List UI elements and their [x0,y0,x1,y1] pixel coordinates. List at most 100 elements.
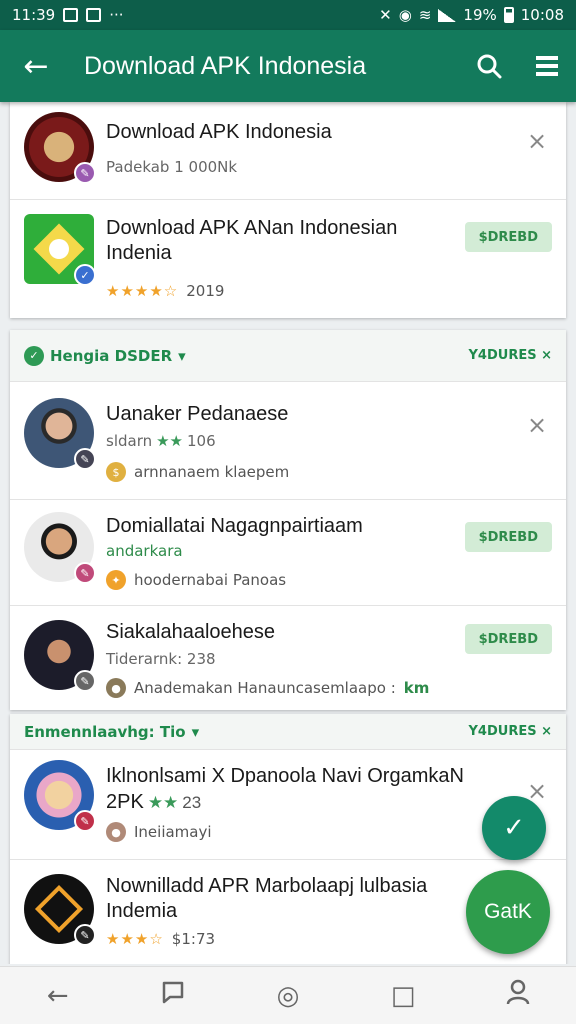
spark-icon: ✦ [106,570,126,590]
avatar: ✎ [24,512,96,584]
list-item[interactable]: ✎ Download APK Indonesia Padekab 1 000Nk… [10,102,566,200]
status-more: ··· [109,6,124,24]
nav-chat-icon[interactable] [143,979,203,1012]
download-button[interactable]: $DREBD [464,522,552,552]
image-notification-icon [86,8,102,22]
status-bar: 11:39 ··· ✕ ◉ ≋ 19% 10:08 [0,0,576,30]
item-rating: ★★★☆ $1:73 [106,930,215,948]
download-button[interactable]: $DREBD [464,222,552,252]
app-icon: ✎ [24,874,96,946]
coin-icon: $ [106,462,126,482]
item-count: 23 [182,793,202,812]
status-time: 11:39 [12,6,56,24]
meta-text: Ineiiamayi [134,823,212,841]
chevron-down-icon[interactable]: ▾ [192,723,200,741]
rating-stars-icon: ★★ [156,432,184,450]
item-title: Iklnonlsami X Dpanoola Navi OrgamkaN [106,765,464,787]
item-rating: ★★★★☆ 2019 [106,282,224,300]
mute-icon: ✕ [379,6,392,24]
item-title: Download APK ANan Indonesian Indenia [106,217,398,264]
item-subtitle: Tiderarnk: 238 [106,650,216,668]
rating-text: 2019 [186,282,225,300]
location-icon: ◉ [398,6,412,24]
nav-home-icon[interactable]: ◎ [258,981,318,1011]
section-header: Enmennlaavhg: Tio ▾ Y4DURES × [10,714,566,750]
section-header: ✓ Hengia DSDER ▾ Y4DURES × [10,330,566,382]
meta-text: Anademakan Hanauncasemlaapo : [134,679,396,697]
item-sub-text: sldarn [106,432,153,450]
badge-icon: ✎ [74,562,96,584]
item-subtitle: 2PK ★★ 23 [106,790,201,815]
list-item[interactable]: ✎ Uanaker Pedanaese sldarn ★★ 106 $ arnn… [10,382,566,500]
rating-stars-icon: ★★ [147,793,179,812]
item-meta: ✦ hoodernabai Panoas [106,570,286,590]
shield-badge-icon: ✎ [74,162,96,184]
badge-icon: ✎ [74,924,96,946]
top-apps-card: ✎ Download APK Indonesia Padekab 1 000Nk… [10,102,566,318]
section-more-link[interactable]: Y4DURES × [469,348,552,363]
dismiss-button[interactable]: × [522,126,552,156]
item-meta: ● Anademakan Hanauncasemlaapo : km [106,678,429,698]
verified-badge-icon: ✓ [74,264,96,286]
meta-green-text: km [403,679,430,697]
avatar: ✎ [24,398,96,470]
download-button[interactable]: $DREBD [464,624,552,654]
dismiss-button[interactable]: × [522,410,552,440]
app-bar: ← Download APK Indonesia [0,30,576,102]
avatar-small-icon: ● [106,678,126,698]
badge-icon: ✎ [74,670,96,692]
page-title: Download APK Indonesia [84,51,367,80]
nav-recents-icon[interactable]: □ [373,981,433,1011]
list-item[interactable]: ✎ Iklnonlsami X Dpanoola Navi OrgamkaN 2… [10,750,566,860]
list-item[interactable]: ✎ Domiallatai Nagagnpairtiaam andarkara … [10,500,566,606]
meta-text: hoodernabai Panoas [134,571,287,589]
item-meta: ● Ineiiamayi [106,822,212,842]
badge-icon: ✎ [74,448,96,470]
list-item[interactable]: ✓ Download APK ANan Indonesian Indenia ★… [10,200,566,318]
get-fab-label: GatK [484,900,532,923]
item-title: Uanaker Pedanaese [106,403,289,425]
section-more-link[interactable]: Y4DURES × [469,724,552,739]
menu-icon[interactable] [518,30,576,102]
badge-icon: ✎ [74,810,96,832]
section-icon: ✓ [24,345,44,366]
check-icon: ✓ [503,813,525,843]
item-sub-text: 2PK [106,791,144,813]
wifi-icon: ≋ [418,6,432,24]
avatar-small-icon: ● [106,822,126,842]
item-subtitle: andarkara [106,542,183,560]
signal-icon [438,8,457,22]
rating-stars-icon: ★★★★☆ [106,282,179,300]
item-count: 106 [187,432,216,450]
rating-text: $1:73 [171,930,216,948]
nav-back-icon[interactable]: ← [28,981,88,1011]
nav-bar: ← ◎ □ [0,966,576,1024]
chevron-down-icon[interactable]: ▾ [178,347,186,365]
app-icon: ✓ [24,214,96,286]
item-title: Download APK Indonesia [106,121,332,143]
item-subtitle: sldarn ★★ 106 [106,432,216,450]
rating-stars-icon: ★★★☆ [106,930,164,948]
item-title: Nownilladd APR Marbolaapj lulbasia Indem… [106,875,428,922]
nav-profile-icon[interactable] [488,979,548,1012]
search-icon[interactable] [460,30,518,102]
battery-percent: 19% [463,6,497,24]
back-arrow-icon[interactable]: ← [0,30,72,102]
meta-text: arnnanaem klaepem [134,463,290,481]
status-time-right: 10:08 [520,6,564,24]
app-icon: ✎ [24,112,96,184]
app-icon: ✎ [24,760,96,832]
item-title: Siakalahaaloehese [106,621,276,643]
item-subtitle: Padekab 1 000Nk [106,158,238,176]
list-item[interactable]: ✎ Siakalahaaloehese Tiderarnk: 238 ● Ana… [10,606,566,710]
avatar: ✎ [24,620,96,692]
item-title: Domiallatai Nagagnpairtiaam [106,515,363,537]
section-card: ✓ Hengia DSDER ▾ Y4DURES × ✎ Uanaker Ped… [10,330,566,710]
section-label: Enmennlaavhg: Tio [24,722,186,741]
notification-icon [63,8,79,22]
section-label: Hengia DSDER [50,346,173,365]
battery-icon [503,7,514,23]
confirm-fab[interactable]: ✓ [482,796,546,860]
get-fab[interactable]: GatK [466,870,550,954]
item-meta: $ arnnanaem klaepem [106,462,289,482]
